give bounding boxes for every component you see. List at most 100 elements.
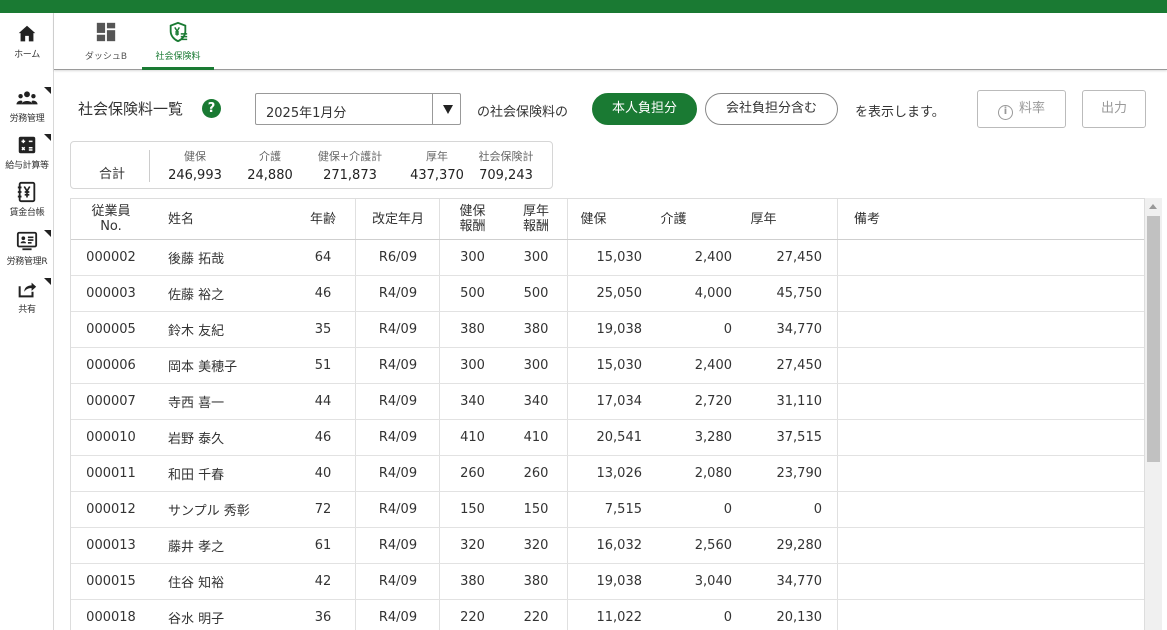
cell-text: 300 <box>460 250 485 265</box>
cell-text: 15,030 <box>596 250 643 265</box>
table-row[interactable]: 000007 寺西 喜一 44 R4/09 340 340 17,034 2,720 31,11… <box>71 384 1144 420</box>
summary-divider <box>149 150 150 182</box>
nav-item-ledger[interactable]: 賃金台帳 <box>0 181 54 225</box>
cell-health-remuneration: 320 <box>441 528 504 563</box>
cell-text: 2,400 <box>694 250 732 265</box>
cell-care: 2,720 <box>643 384 732 419</box>
period-select[interactable]: 2025年1月分 <box>255 93 461 125</box>
header-health: 健保 <box>557 199 630 239</box>
summary-col: 社会保険計 709,243 <box>466 148 546 183</box>
nav-item-share[interactable]: 共有 <box>0 278 54 322</box>
cell-text: 500 <box>460 286 485 301</box>
cell-text: 37,515 <box>776 430 823 445</box>
cell-health: 15,030 <box>569 240 643 275</box>
cell-care: 0 <box>643 312 732 347</box>
people-icon <box>16 87 38 109</box>
cell-text: 0 <box>723 502 732 517</box>
self-share-button[interactable]: 本人負担分 <box>592 93 697 125</box>
top-bar <box>0 0 1167 13</box>
cell-health: 19,038 <box>569 312 643 347</box>
cell-age: 36 <box>293 600 353 630</box>
cell-text: 150 <box>523 502 549 517</box>
nav-item-home[interactable]: ホーム <box>0 23 54 67</box>
cell-text: R4/09 <box>378 538 418 553</box>
nav-item-labor[interactable]: 労務管理 <box>0 87 54 131</box>
table-row[interactable]: 000006 岡本 美穂子 51 R4/09 300 300 15,030 2,400 27,4… <box>71 348 1144 384</box>
tab-label: ダッシュB <box>84 52 128 62</box>
table-row[interactable]: 000018 谷水 明子 36 R4/09 220 220 11,022 0 20,130 <box>71 600 1144 630</box>
cell-text: 260 <box>523 466 549 481</box>
cell-health-remuneration: 150 <box>441 492 504 527</box>
phrase-text-2: を表示します。 <box>855 105 945 120</box>
cell-revised: R4/09 <box>356 528 440 563</box>
cell-text: 150 <box>460 502 485 517</box>
table-row[interactable]: 000002 後藤 拓哉 64 R6/09 300 300 15,030 2,400 27,45… <box>71 240 1144 276</box>
cell-text: 410 <box>523 430 549 445</box>
page-title: 社会保険料一覧 <box>78 100 184 118</box>
cell-health: 20,541 <box>569 420 643 455</box>
header-employee-no: 従業員 No. <box>71 199 151 239</box>
table-row[interactable]: 000003 佐藤 裕之 46 R4/09 500 500 25,050 4,000 45,75… <box>71 276 1144 312</box>
cell-revised: R4/09 <box>356 276 440 311</box>
cell-age: 46 <box>293 276 353 311</box>
nav-item-label: 労務管理 <box>9 114 45 124</box>
cell-employee-no: 000012 <box>71 492 151 527</box>
summary-total-label: 合計 <box>99 167 126 182</box>
cell-name: 藤井 孝之 <box>168 528 288 563</box>
chevron-down-icon <box>443 105 453 114</box>
summary-col: 健保 246,993 <box>160 148 230 183</box>
cell-name: 佐藤 裕之 <box>168 276 288 311</box>
cell-text: 寺西 喜一 <box>168 396 225 411</box>
cell-health-remuneration: 220 <box>441 600 504 630</box>
rate-button[interactable]: i 料率 <box>977 90 1066 128</box>
cell-text: 410 <box>460 430 485 445</box>
dashboard-icon <box>95 21 117 43</box>
share-icon <box>16 278 38 300</box>
cell-pension-remuneration: 320 <box>504 528 568 563</box>
company-share-button[interactable]: 会社負担分含む <box>705 93 838 125</box>
table-scrollbar[interactable] <box>1145 198 1162 630</box>
header-revised: 改定年月 <box>356 199 440 239</box>
summary-col-header: 社会保険計 <box>478 150 534 163</box>
cell-text: 42 <box>314 574 332 589</box>
table-row[interactable]: 000013 藤井 孝之 61 R4/09 320 320 16,032 2,560 29,28… <box>71 528 1144 564</box>
cell-text: 2,400 <box>694 358 732 373</box>
cell-health-remuneration: 300 <box>441 240 504 275</box>
cell-text: サンプル 秀彰 <box>168 504 250 519</box>
summary-col: 健保+介護計 271,873 <box>305 148 395 183</box>
header-text: 健保 <box>580 211 607 227</box>
cell-health-remuneration: 410 <box>441 420 504 455</box>
cell-revised: R4/09 <box>356 420 440 455</box>
nav-item-payroll[interactable]: 給与計算等 <box>0 134 54 178</box>
cell-health: 17,034 <box>569 384 643 419</box>
table-row[interactable]: 000015 住谷 知裕 42 R4/09 380 380 19,038 3,040 34,77… <box>71 564 1144 600</box>
table-row[interactable]: 000005 鈴木 友紀 35 R4/09 380 380 19,038 0 34,770 <box>71 312 1144 348</box>
nav-item-laborR[interactable]: 労務管理R <box>0 230 54 274</box>
cell-age: 64 <box>293 240 353 275</box>
scroll-up-icon[interactable] <box>1149 204 1157 209</box>
table-row[interactable]: 000011 和田 千春 40 R4/09 260 260 13,026 2,080 23,79… <box>71 456 1144 492</box>
cell-pension: 0 <box>733 492 822 527</box>
summary-col: 厚年 437,370 <box>407 148 467 183</box>
tab-dashboard[interactable]: ダッシュB <box>70 13 142 70</box>
tab-social-insurance[interactable]: 社会保険料 <box>142 13 214 70</box>
scrollbar-thumb[interactable] <box>1147 216 1160 462</box>
cell-pension-remuneration: 300 <box>504 348 568 383</box>
cell-age: 42 <box>293 564 353 599</box>
cell-employee-no: 000003 <box>71 276 151 311</box>
table-row[interactable]: 000012 サンプル 秀彰 72 R4/09 150 150 7,515 0 0 <box>71 492 1144 528</box>
cell-text: 20,130 <box>776 610 823 625</box>
output-button[interactable]: 出力 <box>1082 90 1146 128</box>
cell-pension: 45,750 <box>733 276 823 311</box>
cell-text: 谷水 明子 <box>168 612 225 627</box>
help-icon[interactable]: ? <box>202 99 221 118</box>
submenu-indicator-icon <box>44 278 51 285</box>
cell-revised: R4/09 <box>356 564 440 599</box>
left-nav: ホーム労務管理給与計算等 賃金台帳労務管理R 共有 <box>0 13 54 630</box>
cell-employee-no: 000015 <box>71 564 151 599</box>
header-text: 改定年月 <box>371 211 424 227</box>
table-row[interactable]: 000010 岩野 泰久 46 R4/09 410 410 20,541 3,280 37,51… <box>71 420 1144 456</box>
cell-text: 17,034 <box>596 394 643 409</box>
nav-item-label: 共有 <box>18 305 36 315</box>
cell-text: 340 <box>460 394 485 409</box>
